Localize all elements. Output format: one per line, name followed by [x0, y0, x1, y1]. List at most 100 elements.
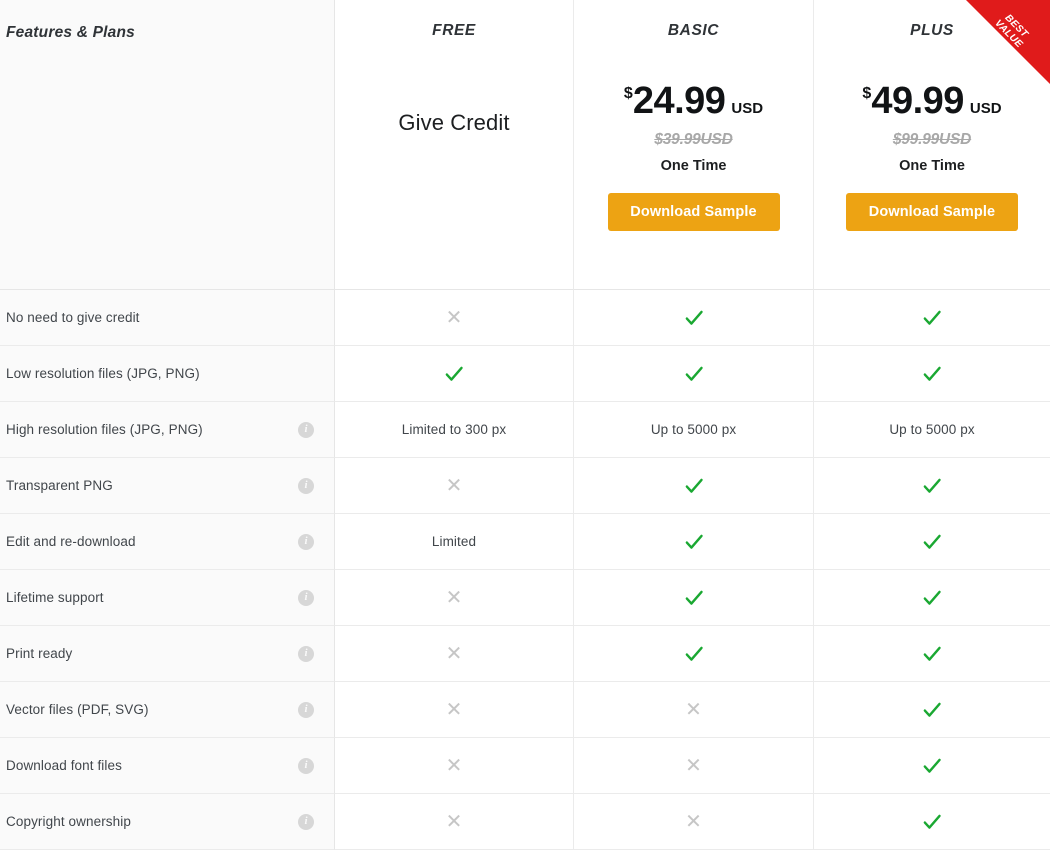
feature-value-cell: ✕: [574, 682, 814, 738]
feature-label: High resolution files (JPG, PNG): [6, 421, 203, 437]
cross-icon: ✕: [685, 810, 702, 833]
feature-row-label-cell: Copyright ownership i: [0, 794, 335, 850]
feature-label: Download font files: [6, 757, 122, 773]
check-icon: [445, 366, 463, 381]
feature-row-label-cell: Vector files (PDF, SVG) i: [0, 682, 335, 738]
check-icon: [923, 702, 941, 717]
feature-column-title: Features & Plans: [6, 24, 135, 41]
feature-label: Print ready: [6, 645, 73, 661]
feature-value-cell: [574, 626, 814, 682]
plan-price: $49.99 USD: [862, 82, 1001, 120]
info-icon[interactable]: i: [298, 701, 314, 718]
feature-label: Transparent PNG: [6, 477, 113, 493]
ribbon-triangle: [966, 0, 1050, 84]
feature-value-cell: [574, 570, 814, 626]
feature-value-cell: ✕: [335, 794, 574, 850]
feature-row-label-cell: No need to give crediti: [0, 290, 335, 346]
feature-row-label-cell: Lifetime support i: [0, 570, 335, 626]
feature-value-text: Up to 5000 px: [889, 422, 975, 437]
feature-column-header: Features & Plans: [0, 0, 335, 290]
pricing-comparison-table: Features & Plans FREE Give Credit BASIC $24…: [0, 0, 1050, 850]
feature-value-cell: [814, 626, 1050, 682]
check-icon: [923, 478, 941, 493]
info-icon[interactable]: i: [298, 589, 314, 606]
check-icon: [685, 590, 703, 605]
feature-label: Low resolution files (JPG, PNG): [6, 365, 200, 381]
feature-value-cell: [814, 682, 1050, 738]
download-sample-button[interactable]: Download Sample: [607, 193, 780, 231]
feature-value-cell: ✕: [574, 794, 814, 850]
feature-value-cell: [814, 290, 1050, 346]
feature-value-cell: [814, 514, 1050, 570]
feature-value-text: Limited to 300 px: [401, 422, 507, 437]
info-icon[interactable]: i: [298, 645, 314, 662]
feature-value-cell: [574, 346, 814, 402]
price-amount: 49.99: [871, 80, 964, 122]
cross-icon: ✕: [445, 810, 463, 833]
info-icon[interactable]: i: [298, 421, 314, 438]
feature-value-cell: Up to 5000 px: [574, 402, 814, 458]
plan-name: BASIC: [667, 22, 720, 39]
check-icon: [923, 814, 941, 829]
check-icon: [923, 590, 941, 605]
price-currency-symbol: $: [623, 85, 633, 102]
feature-value-cell: ✕: [335, 458, 574, 514]
original-price: $39.99USD: [654, 131, 733, 148]
plan-name: PLUS: [910, 22, 954, 39]
ribbon-text: BEST VALUE: [976, 0, 1047, 66]
plan-name: FREE: [432, 22, 476, 39]
feature-row-label-cell: Print ready i: [0, 626, 335, 682]
feature-label: Copyright ownership: [6, 813, 131, 829]
cross-icon: ✕: [445, 754, 463, 777]
download-sample-button[interactable]: Download Sample: [846, 193, 1018, 231]
check-icon: [685, 646, 703, 661]
price-currency-code: USD: [969, 100, 1002, 117]
feature-value-cell: [814, 570, 1050, 626]
cross-icon: ✕: [445, 306, 463, 329]
feature-value-cell: [814, 738, 1050, 794]
ribbon-line-2: VALUE: [992, 17, 1025, 50]
info-icon[interactable]: i: [298, 757, 314, 774]
cross-icon: ✕: [445, 586, 463, 609]
best-value-ribbon: BEST VALUE: [966, 0, 1050, 84]
billing-term: One Time: [899, 158, 965, 174]
plan-header-basic: BASIC $24.99 USD $39.99USD One Time Download …: [574, 0, 814, 290]
feature-value-cell: ✕: [335, 738, 574, 794]
feature-value-cell: ✕: [335, 626, 574, 682]
feature-value-cell: [574, 458, 814, 514]
feature-value-cell: Limited: [335, 514, 574, 570]
check-icon: [923, 534, 941, 549]
price-currency-code: USD: [731, 100, 764, 117]
price-currency-symbol: $: [862, 85, 872, 102]
original-price: $99.99USD: [892, 131, 972, 148]
feature-value-cell: ✕: [335, 290, 574, 346]
feature-value-text: Up to 5000 px: [650, 422, 737, 437]
feature-value-cell: [335, 346, 574, 402]
check-icon: [923, 646, 941, 661]
feature-label: Edit and re-download: [6, 533, 136, 549]
feature-row-label-cell: Download font files i: [0, 738, 335, 794]
check-icon: [923, 758, 941, 773]
check-icon: [685, 310, 703, 325]
feature-value-cell: [814, 458, 1050, 514]
info-icon[interactable]: i: [298, 533, 314, 550]
feature-row-label-cell: Edit and re-download i: [0, 514, 335, 570]
feature-label: Vector files (PDF, SVG): [6, 701, 149, 717]
feature-row-label-cell: Low resolution files (JPG, PNG)i: [0, 346, 335, 402]
plan-price: $24.99 USD: [624, 82, 763, 120]
feature-value-text: Limited: [431, 534, 477, 549]
feature-row-label-cell: High resolution files (JPG, PNG) i: [0, 402, 335, 458]
feature-value-cell: Up to 5000 px: [814, 402, 1050, 458]
feature-value-cell: ✕: [335, 682, 574, 738]
billing-term: One Time: [660, 158, 727, 174]
plan-header-plus: PLUS $49.99 USD $99.99USD One Time Download S…: [814, 0, 1050, 290]
info-icon[interactable]: i: [298, 477, 314, 494]
ribbon-line-1: BEST: [1002, 12, 1030, 41]
feature-value-cell: ✕: [335, 570, 574, 626]
info-icon[interactable]: i: [298, 813, 314, 830]
cross-icon: ✕: [445, 642, 463, 665]
check-icon: [685, 534, 703, 549]
feature-value-cell: [814, 794, 1050, 850]
price-amount: 24.99: [632, 80, 726, 122]
cross-icon: ✕: [445, 474, 463, 497]
